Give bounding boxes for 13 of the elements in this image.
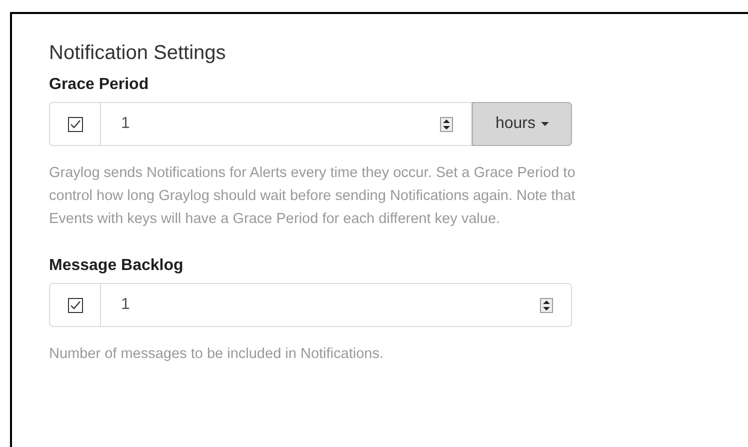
checkbox[interactable]: [68, 116, 82, 132]
section-title: Notification Settings: [49, 41, 227, 66]
field-label: Message Backlog: [49, 256, 184, 276]
number-input[interactable]: 1: [101, 283, 572, 327]
spinner-icon[interactable]: [540, 298, 553, 312]
checkbox[interactable]: [68, 298, 82, 312]
unit-dropdown[interactable]: hours: [472, 102, 572, 146]
help-text: Number of messages to be included in Notifications.: [49, 345, 384, 364]
field-label: Grace Period: [49, 75, 150, 95]
caret-icon: [540, 122, 549, 126]
number-input[interactable]: 1: [101, 102, 472, 146]
spinner-icon[interactable]: [440, 116, 453, 132]
help-text: Graylog sends Notifications for Alerts every time they occur. Set a Grace Period to control how long Graylog should wait before sending Notifications again. Note that Events with keys will have a Grace Period for each different key value.: [49, 164, 576, 229]
